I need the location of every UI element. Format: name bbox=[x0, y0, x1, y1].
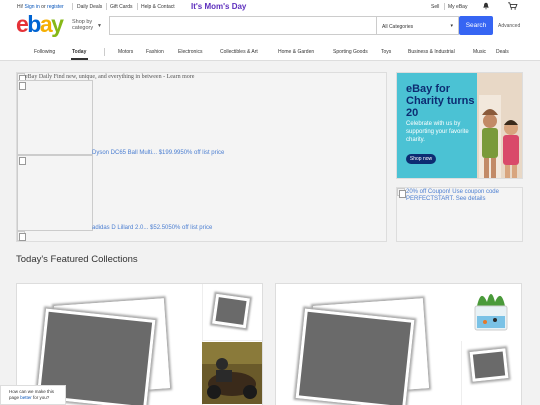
featured-collections-heading: Today's Featured Collections bbox=[16, 254, 138, 265]
nav-item-collectibles-art[interactable]: Collectibles & Art bbox=[220, 49, 258, 55]
children-photo bbox=[477, 73, 522, 178]
ebay-daily-banner[interactable]: eBay Daily Find new, unique, and everyth… bbox=[16, 72, 387, 242]
sell-link[interactable]: Sell bbox=[431, 4, 439, 10]
deal-image[interactable] bbox=[17, 155, 93, 231]
motorcycle-photo bbox=[202, 342, 262, 404]
nav-item-deals[interactable]: Deals bbox=[496, 49, 509, 55]
deal-link[interactable]: Dyson DC65 Ball Multi... $199.9950% off … bbox=[92, 150, 224, 156]
greeting: Hi! Sign in or register bbox=[17, 4, 64, 10]
collection-thumb[interactable] bbox=[461, 284, 521, 341]
charity-banner[interactable]: eBay for Charity turns 20 Celebrate with… bbox=[396, 72, 523, 179]
greeting-prefix: Hi! bbox=[17, 4, 25, 10]
shop-by-category-button[interactable]: Shop by category ▼ bbox=[72, 19, 102, 31]
category-value: All Categories bbox=[382, 24, 414, 30]
divider bbox=[72, 3, 73, 10]
active-tab-indicator bbox=[71, 58, 88, 60]
feedback-prompt[interactable]: How can we make this page better for you… bbox=[0, 385, 66, 405]
nav-item-toys[interactable]: Toys bbox=[381, 49, 391, 55]
nav-item-following[interactable]: Following bbox=[34, 49, 55, 55]
divider bbox=[106, 3, 107, 10]
daily-deals-link[interactable]: Daily Deals bbox=[77, 4, 102, 10]
deal-link[interactable]: adidas D Lillard 2.0... $52.5050% off li… bbox=[92, 225, 212, 231]
nav-item-today[interactable]: Today bbox=[72, 49, 86, 55]
chevron-down-icon: ▼ bbox=[97, 23, 102, 29]
deal-image[interactable] bbox=[17, 80, 93, 155]
shop-now-button[interactable]: Shop now bbox=[406, 154, 436, 164]
collection-thumb[interactable] bbox=[202, 284, 262, 341]
divider bbox=[104, 48, 105, 56]
help-contact-link[interactable]: Help & Contact bbox=[141, 4, 175, 10]
nav-item-motors[interactable]: Motors bbox=[118, 49, 133, 55]
nav-item-music[interactable]: Music bbox=[473, 49, 486, 55]
nav-item-home-garden[interactable]: Home & Garden bbox=[278, 49, 314, 55]
sign-in-link[interactable]: Sign in bbox=[25, 4, 40, 10]
photo-placeholder bbox=[295, 308, 415, 405]
top-bar: Hi! Sign in or register Daily Deals Gift… bbox=[0, 0, 540, 13]
collection-main-image[interactable] bbox=[276, 284, 462, 405]
gift-cards-link[interactable]: Gift Cards bbox=[110, 4, 133, 10]
collection-thumb[interactable] bbox=[461, 342, 521, 405]
collection-card[interactable] bbox=[275, 283, 522, 405]
photo-placeholder bbox=[469, 348, 509, 382]
search-button[interactable]: Search bbox=[459, 16, 493, 35]
register-link[interactable]: register bbox=[47, 4, 64, 10]
header: ebay Shop by category ▼ All Categories ▾… bbox=[0, 11, 540, 40]
nav-item-electronics[interactable]: Electronics bbox=[178, 49, 202, 55]
charity-title: eBay for Charity turns 20 bbox=[406, 83, 475, 119]
my-ebay-link[interactable]: My eBay bbox=[448, 4, 467, 10]
feedback-line2: page better for you? bbox=[9, 395, 50, 400]
nav-item-sporting-goods[interactable]: Sporting Goods bbox=[333, 49, 368, 55]
photo-placeholder bbox=[212, 293, 250, 329]
search-input[interactable] bbox=[109, 16, 377, 35]
coupon-alt-text: 20% off Coupon! Use coupon code PERFECTS… bbox=[406, 189, 499, 202]
deal-image[interactable] bbox=[17, 231, 26, 241]
promo-link[interactable]: It's Mom's Day bbox=[191, 2, 246, 11]
ebay-logo[interactable]: ebay bbox=[16, 11, 64, 38]
feedback-link[interactable]: better bbox=[20, 395, 32, 400]
chevron-down-icon: ▾ bbox=[450, 23, 453, 29]
divider bbox=[137, 3, 138, 10]
cart-icon[interactable] bbox=[507, 2, 518, 10]
bell-icon[interactable] bbox=[482, 2, 490, 10]
nav-item-fashion[interactable]: Fashion bbox=[146, 49, 164, 55]
or-text: or bbox=[39, 4, 48, 10]
advanced-search-link[interactable]: Advanced bbox=[498, 23, 520, 29]
nav-item-business-industrial[interactable]: Business & Industrial bbox=[408, 49, 455, 55]
charity-description: Celebrate with us by supporting your fav… bbox=[406, 121, 469, 143]
collection-thumb[interactable] bbox=[202, 342, 262, 405]
coupon-banner[interactable]: 20% off Coupon! Use coupon code PERFECTS… bbox=[396, 187, 523, 242]
shop-by-label: Shop by category bbox=[72, 19, 94, 31]
divider bbox=[444, 3, 445, 10]
aquaponic-planter-photo bbox=[461, 284, 521, 341]
category-nav: Following Today Motors Fashion Electroni… bbox=[0, 40, 540, 61]
category-select[interactable]: All Categories ▾ bbox=[377, 16, 459, 35]
